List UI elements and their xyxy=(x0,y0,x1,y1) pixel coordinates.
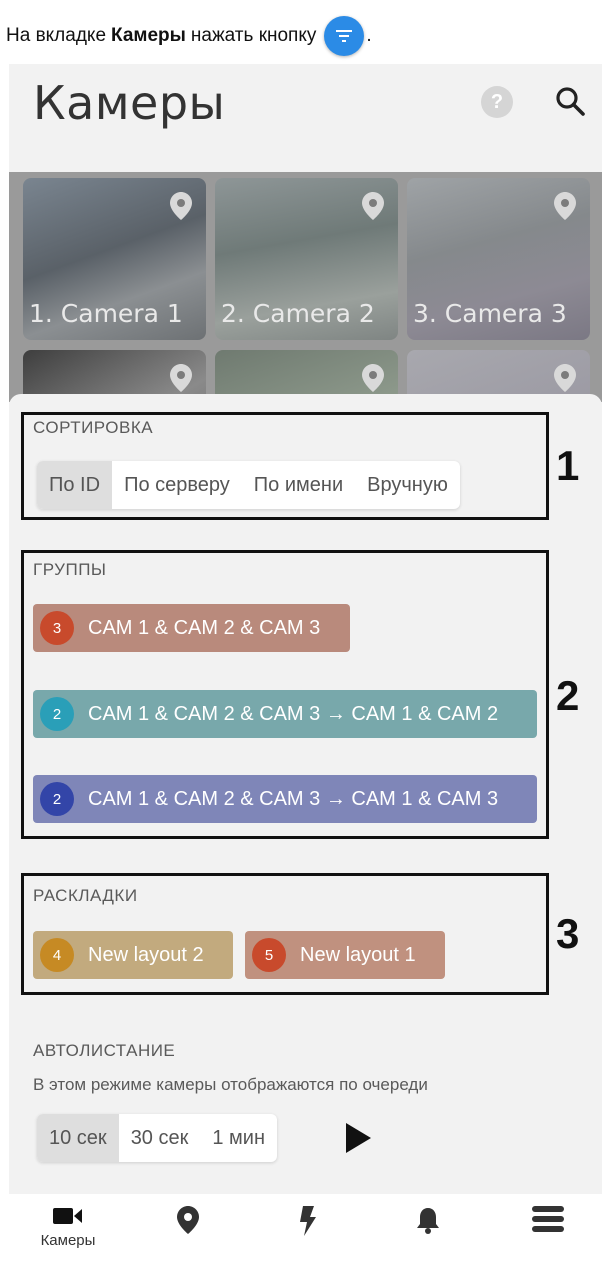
caption-text-after: нажать кнопку xyxy=(190,25,317,46)
camera-icon xyxy=(53,1208,82,1224)
nav-item-cameras[interactable]: Камеры xyxy=(38,1206,98,1249)
annotation-number: 2 xyxy=(556,672,580,719)
autoscroll-interval-control: 10 сек 30 сек 1 мин xyxy=(37,1114,278,1162)
nav-item-events[interactable] xyxy=(278,1206,338,1236)
camera-label: 2. Camera 2 xyxy=(221,299,375,328)
map-pin-icon[interactable] xyxy=(362,364,384,392)
app-header: Камеры ? xyxy=(9,64,602,172)
nav-item-map[interactable] xyxy=(158,1206,218,1234)
autoscroll-title: АВТОЛИСТАНИЕ xyxy=(33,1041,176,1060)
menu-icon xyxy=(532,1206,564,1232)
interval-30s-option[interactable]: 30 сек xyxy=(119,1114,201,1162)
interval-10s-option[interactable]: 10 сек xyxy=(37,1114,119,1162)
nav-item-menu[interactable] xyxy=(518,1206,578,1232)
annotation-frame-sorting xyxy=(21,412,549,520)
map-pin-icon xyxy=(177,1206,199,1234)
camera-tile[interactable]: 1. Camera 1 xyxy=(23,178,206,340)
annotation-number: 3 xyxy=(556,910,580,957)
camera-grid: 1. Camera 1 2. Camera 2 3. Camera 3 xyxy=(9,172,602,512)
camera-label: 3. Camera 3 xyxy=(413,299,567,328)
camera-tile[interactable]: 3. Camera 3 xyxy=(407,178,590,340)
camera-label: 1. Camera 1 xyxy=(29,299,183,328)
interval-1m-option[interactable]: 1 мин xyxy=(200,1114,277,1162)
instruction-caption: На вкладке Камеры нажать кнопку . xyxy=(6,14,372,58)
map-pin-icon[interactable] xyxy=(554,192,576,220)
nav-item-notifications[interactable] xyxy=(398,1206,458,1234)
bell-icon xyxy=(417,1208,439,1234)
annotation-number: 1 xyxy=(556,442,580,489)
help-icon[interactable]: ? xyxy=(481,86,513,118)
caption-text-before: На вкладке xyxy=(6,25,107,46)
search-icon[interactable] xyxy=(553,84,587,118)
camera-tile[interactable]: 2. Camera 2 xyxy=(215,178,398,340)
annotation-frame-groups xyxy=(21,550,549,839)
mobile-app: Камеры ? 1. Camera 1 2. Camera 2 3. Came… xyxy=(9,64,602,1265)
annotation-frame-layouts xyxy=(21,873,549,995)
play-icon[interactable] xyxy=(343,1121,373,1155)
map-pin-icon[interactable] xyxy=(170,192,192,220)
lightning-icon xyxy=(300,1206,316,1236)
map-pin-icon[interactable] xyxy=(170,364,192,392)
autoscroll-description: В этом режиме камеры отображаются по оче… xyxy=(33,1075,428,1094)
nav-item-label: Камеры xyxy=(40,1232,96,1249)
page-title: Камеры xyxy=(33,76,226,130)
bottom-navigation: Камеры xyxy=(9,1194,602,1265)
caption-bold-text: Камеры xyxy=(111,25,186,46)
map-pin-icon[interactable] xyxy=(362,192,384,220)
filter-button-icon xyxy=(324,16,365,56)
caption-end: . xyxy=(366,25,372,46)
map-pin-icon[interactable] xyxy=(554,364,576,392)
